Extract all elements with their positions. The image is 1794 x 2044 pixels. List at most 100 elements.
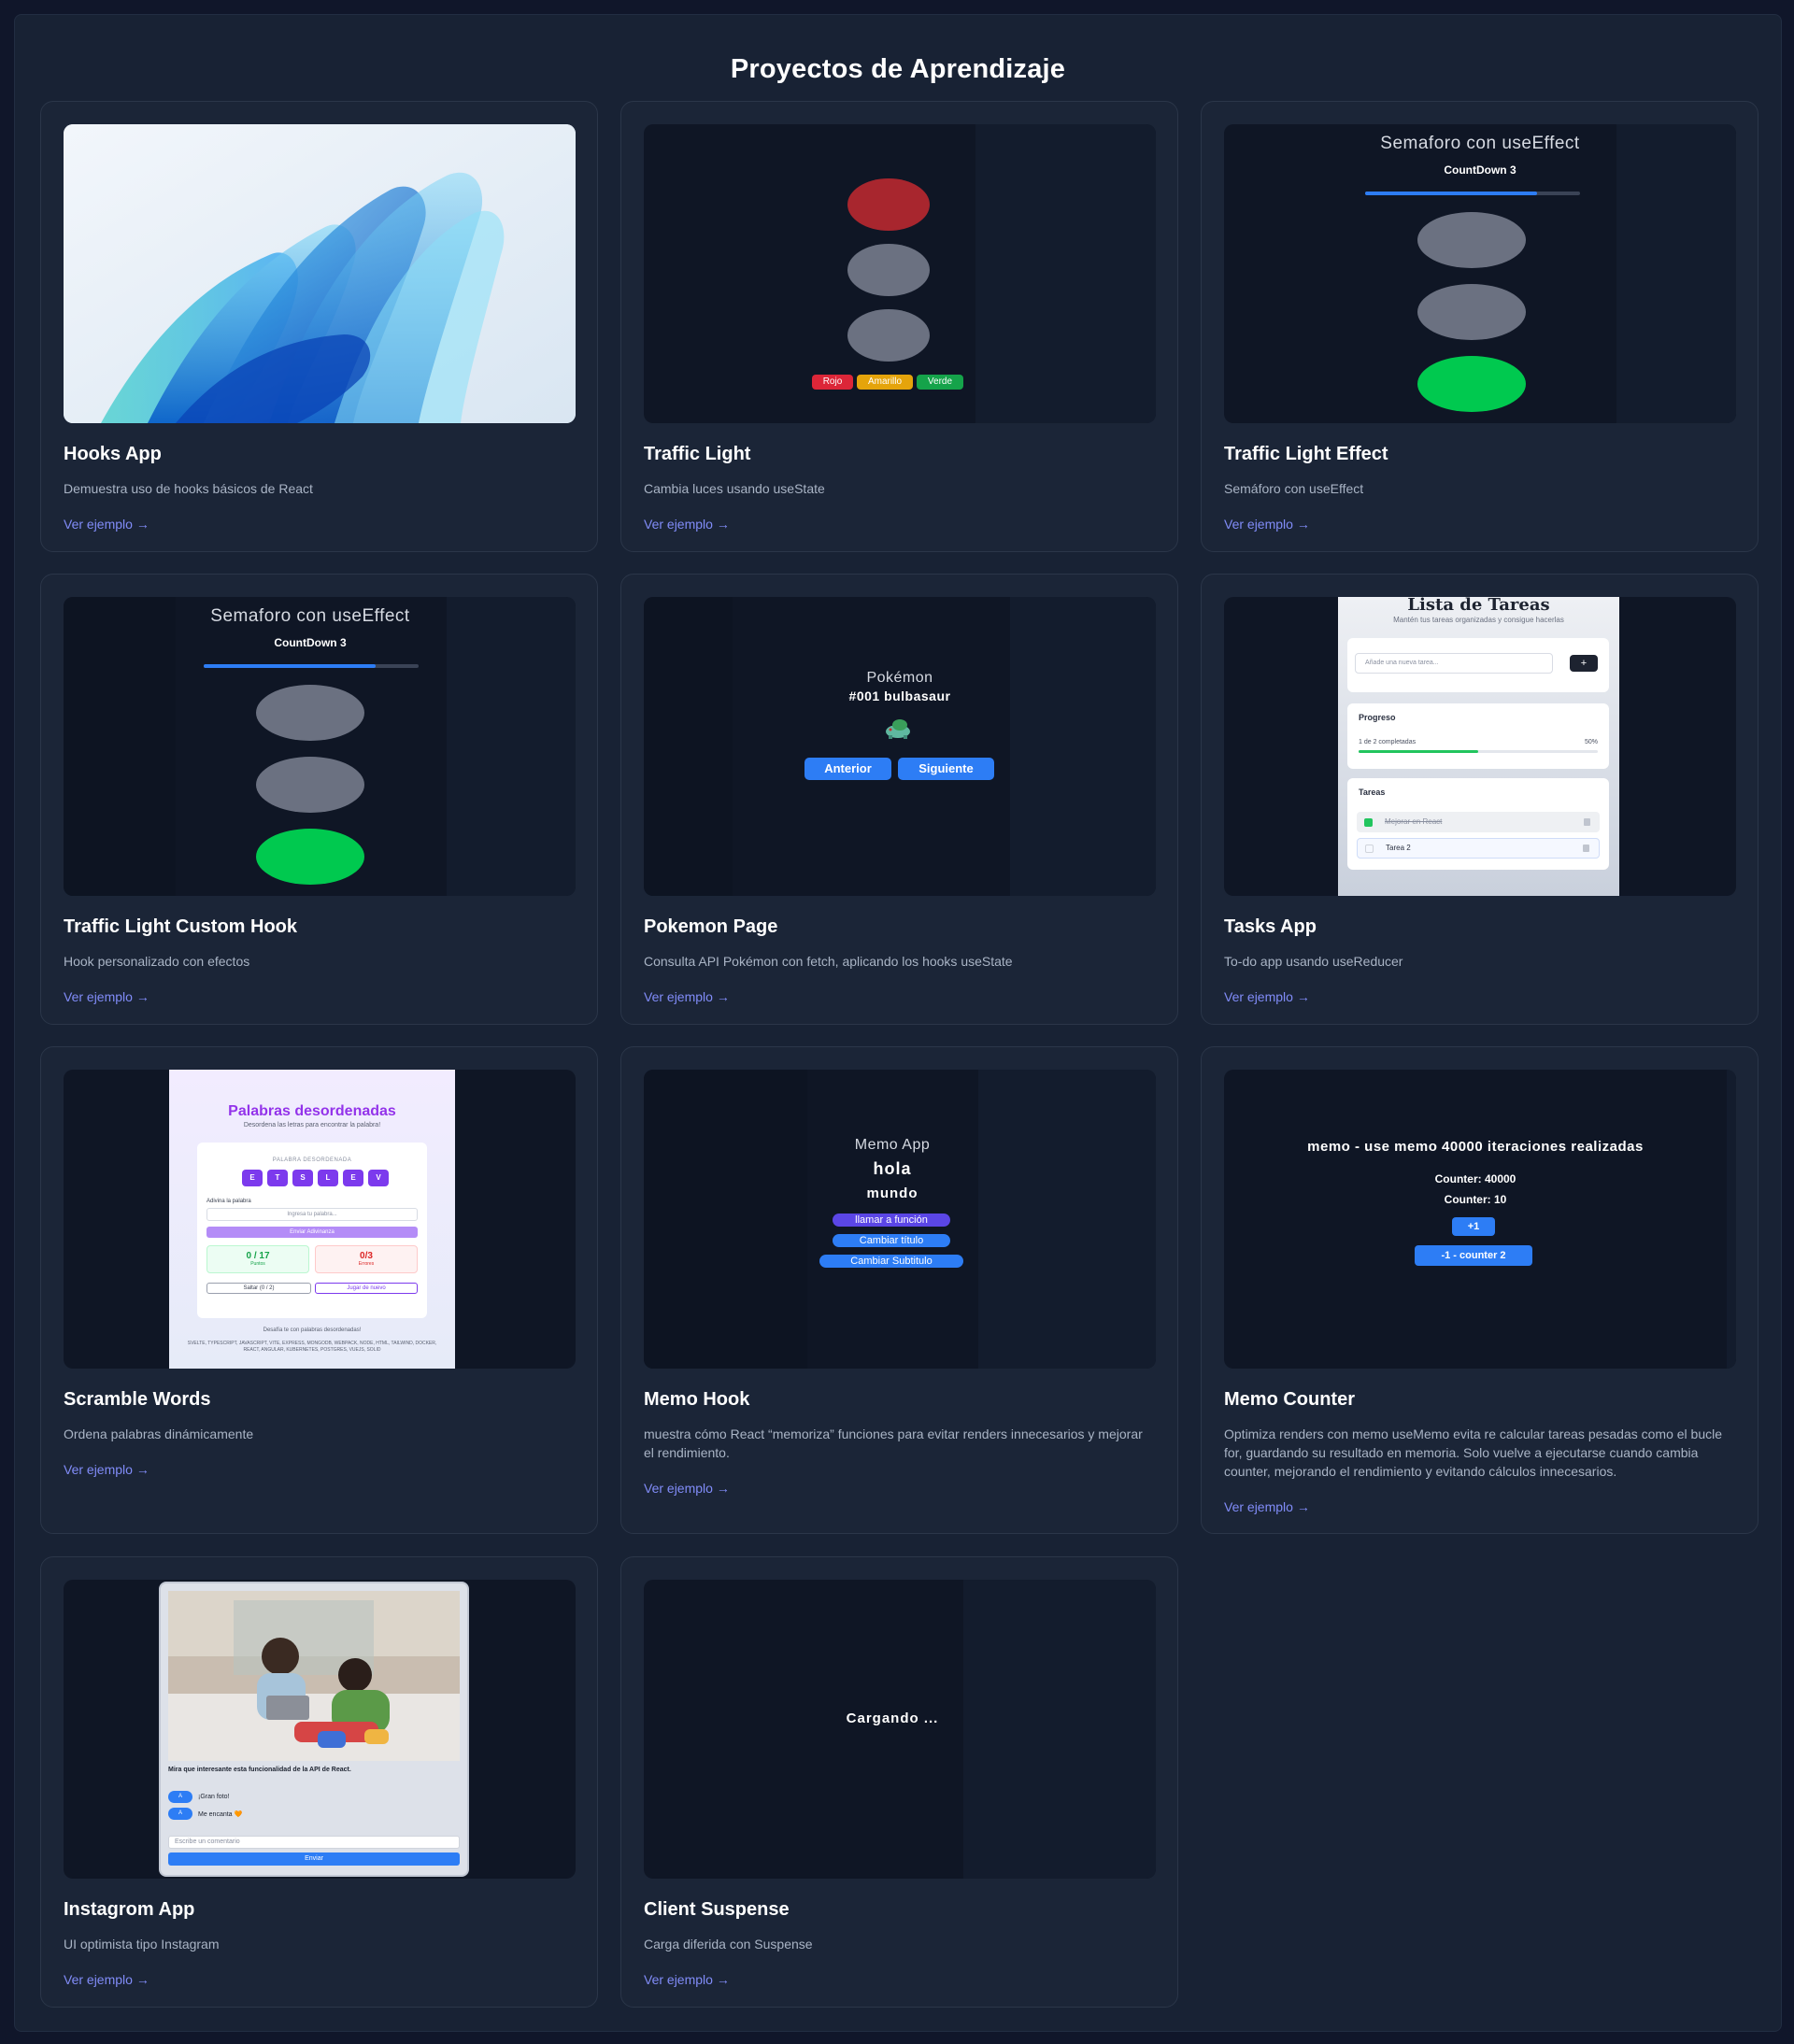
card-title: Tasks App bbox=[1224, 916, 1317, 937]
see-example-link[interactable]: Ver ejemplo → bbox=[64, 1462, 150, 1477]
add-task-button[interactable]: + bbox=[1570, 655, 1598, 672]
see-example-link[interactable]: Ver ejemplo → bbox=[1224, 517, 1310, 532]
see-example-link[interactable]: Ver ejemplo → bbox=[644, 1481, 730, 1496]
checkbox-icon[interactable] bbox=[1365, 845, 1374, 853]
countdown-label: CountDown 3 bbox=[1444, 163, 1516, 177]
progress-percent: 50% bbox=[1584, 739, 1598, 745]
card-description: Optimiza renders con memo useMemo evita … bbox=[1224, 1427, 1723, 1479]
submit-guess-button[interactable]: Enviar Adivinanza bbox=[206, 1227, 418, 1238]
memo-title: hola bbox=[873, 1159, 912, 1178]
card-title: Client Suspense bbox=[644, 1899, 790, 1920]
green-button[interactable]: Verde bbox=[917, 375, 963, 390]
task-item[interactable]: Tarea 2 bbox=[1357, 838, 1600, 859]
tasks-subheading: Mantén tus tareas organizadas y consigue… bbox=[1393, 616, 1564, 624]
comment-item: A ¡Gran foto! bbox=[168, 1791, 463, 1804]
see-example-link[interactable]: Ver ejemplo → bbox=[644, 1972, 730, 1987]
bulbasaur-sprite bbox=[886, 719, 910, 739]
project-card-traffic-light: Rojo Amarillo Verde Traffic Light Cambia… bbox=[620, 101, 1178, 552]
change-title-button[interactable]: Cambiar título bbox=[833, 1234, 950, 1247]
trash-icon[interactable] bbox=[1583, 845, 1589, 852]
card-description: Consulta API Pokémon con fetch, aplicand… bbox=[644, 954, 1013, 969]
tasks-label: Tareas bbox=[1359, 788, 1386, 797]
card-title: Instagrom App bbox=[64, 1899, 195, 1920]
play-again-button[interactable]: Jugar de nuevo bbox=[315, 1283, 418, 1294]
project-card-scramble-words: Palabras desordenadas Desordena las letr… bbox=[40, 1046, 598, 1534]
skip-button[interactable]: Saltar (0 / 2) bbox=[206, 1283, 311, 1294]
progress-fill bbox=[1359, 750, 1478, 753]
increment-button[interactable]: +1 bbox=[1452, 1217, 1495, 1236]
see-example-link[interactable]: Ver ejemplo → bbox=[644, 517, 730, 532]
card-title: Pokemon Page bbox=[644, 916, 778, 937]
card-description: UI optimista tipo Instagram bbox=[64, 1937, 220, 1952]
green-light bbox=[256, 829, 364, 885]
countdown-progress-track bbox=[204, 664, 419, 668]
preview-background bbox=[644, 597, 733, 896]
preview-background bbox=[975, 124, 1156, 423]
decrement-counter2-button[interactable]: -1 - counter 2 bbox=[1415, 1245, 1532, 1266]
letter-tile: T bbox=[267, 1170, 288, 1186]
next-button[interactable]: Siguiente bbox=[898, 758, 994, 780]
red-light bbox=[847, 178, 930, 231]
progress-panel: Progreso 1 de 2 completadas 50% bbox=[1347, 703, 1609, 769]
memo-heading: Memo App bbox=[854, 1137, 931, 1153]
task-item[interactable]: Mejorar en React bbox=[1357, 812, 1600, 832]
guess-input[interactable]: Ingresa tu palabra... bbox=[206, 1208, 418, 1221]
checkbox-checked-icon[interactable] bbox=[1364, 818, 1373, 827]
guess-label: Adivina la palabra bbox=[206, 1199, 251, 1204]
see-example-link[interactable]: Ver ejemplo → bbox=[64, 989, 150, 1004]
letter-tiles: E T S L E V bbox=[242, 1170, 392, 1186]
letter-tile: E bbox=[242, 1170, 263, 1186]
loading-text: Cargando ... bbox=[846, 1710, 939, 1726]
game-panel: PALABRA DESORDENADA E T S L E V Adivina … bbox=[197, 1143, 427, 1318]
preview-background bbox=[1010, 597, 1156, 896]
project-card-traffic-light-effect: Semaforo con useEffect CountDown 3 Traff… bbox=[1201, 101, 1758, 552]
scramble-heading: Palabras desordenadas bbox=[228, 1103, 396, 1119]
call-function-button[interactable]: llamar a función bbox=[833, 1214, 950, 1227]
avatar: A bbox=[168, 1791, 192, 1803]
pokemon-name: #001 bulbasaur bbox=[848, 688, 951, 703]
avatar: A bbox=[168, 1808, 192, 1820]
letter-tile: V bbox=[368, 1170, 389, 1186]
task-input[interactable]: Añade una nueva tarea... bbox=[1355, 653, 1553, 674]
countdown-progress-track bbox=[1365, 192, 1580, 195]
comment-input[interactable]: Escribe un comentario bbox=[168, 1836, 460, 1849]
countdown-label: CountDown 3 bbox=[274, 636, 347, 649]
progress-label: Progreso bbox=[1359, 713, 1396, 722]
card-title: Traffic Light Effect bbox=[1224, 444, 1388, 464]
see-example-link[interactable]: Ver ejemplo → bbox=[64, 1972, 150, 1987]
progress-text: 1 de 2 completadas bbox=[1359, 739, 1417, 745]
see-example-link[interactable]: Ver ejemplo → bbox=[1224, 989, 1310, 1004]
red-light bbox=[1417, 212, 1526, 268]
send-comment-button[interactable]: Enviar bbox=[168, 1852, 460, 1866]
main-panel: Proyectos de Aprendizaje Hooks App Demue… bbox=[14, 14, 1782, 2032]
card-preview: Mira que interesante esta funcionalidad … bbox=[64, 1580, 576, 1879]
post-caption: Mira que interesante esta funcionalidad … bbox=[168, 1767, 351, 1773]
card-title: Traffic Light bbox=[644, 444, 751, 464]
scramble-app-screen: Palabras desordenadas Desordena las letr… bbox=[169, 1070, 455, 1369]
green-light bbox=[1417, 356, 1526, 412]
previous-button[interactable]: Anterior bbox=[804, 758, 891, 780]
yellow-light bbox=[847, 244, 930, 296]
see-example-link[interactable]: Ver ejemplo → bbox=[644, 989, 730, 1004]
scrambled-label: PALABRA DESORDENADA bbox=[272, 1157, 352, 1163]
counter-value-2: Counter: 10 bbox=[1444, 1193, 1507, 1206]
red-button[interactable]: Rojo bbox=[812, 375, 853, 390]
change-subtitle-button[interactable]: Cambiar Subtitulo bbox=[819, 1255, 963, 1268]
card-description: Ordena palabras dinámicamente bbox=[64, 1427, 254, 1441]
project-card-tasks-app: Lista de Tareas Mantén tus tareas organi… bbox=[1201, 574, 1758, 1025]
points-label: Puntos bbox=[250, 1261, 265, 1267]
card-description: To-do app usando useReducer bbox=[1224, 954, 1403, 969]
see-example-link[interactable]: Ver ejemplo → bbox=[1224, 1499, 1310, 1514]
yellow-button[interactable]: Amarillo bbox=[857, 375, 913, 390]
card-description: Demuestra uso de hooks básicos de React bbox=[64, 481, 313, 496]
see-example-link[interactable]: Ver ejemplo → bbox=[64, 517, 150, 532]
project-card-traffic-light-custom-hook: Semaforo con useEffect CountDown 3 Traff… bbox=[40, 574, 598, 1025]
preview-background bbox=[978, 1070, 1156, 1369]
preview-background bbox=[963, 1580, 1156, 1879]
errors-label: Errores bbox=[358, 1261, 375, 1267]
trash-icon[interactable] bbox=[1584, 818, 1590, 826]
counter-value-1: Counter: 40000 bbox=[1434, 1172, 1516, 1185]
errors-box: 0/3 Errores bbox=[315, 1245, 418, 1273]
card-description: muestra cómo React “memoriza” funciones … bbox=[644, 1427, 1143, 1460]
card-description: Hook personalizado con efectos bbox=[64, 954, 250, 969]
